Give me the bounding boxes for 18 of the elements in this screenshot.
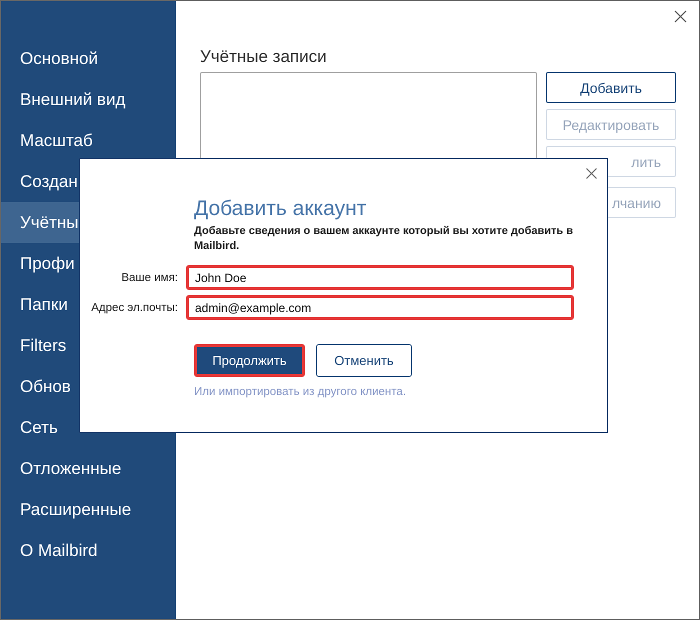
field-label: Ваше имя: (120, 272, 178, 284)
dialog-title: Добавить аккаунт (194, 197, 368, 221)
sidebar-item[interactable]: Внешний вид (1, 79, 176, 120)
input-field[interactable]: admin@example.com (186, 295, 574, 320)
input-field[interactable]: John Doe (186, 265, 574, 290)
sidebar-item[interactable]: Основной (1, 38, 176, 79)
section-title: Учётные записи (200, 47, 328, 67)
cancel-button[interactable]: Отменить (316, 344, 412, 377)
dialog-description: Добавьте сведения о вашем аккаунте который вы хотите добавить в Mailbird. (194, 224, 574, 254)
sidebar-item[interactable]: Расширенные (1, 489, 176, 530)
sidebar-item[interactable]: Отложенные (1, 448, 176, 489)
sidebar-item[interactable]: Масштаб (1, 120, 176, 161)
close-icon[interactable] (674, 10, 687, 23)
field-label: Адрес эл.почты: (90, 302, 178, 314)
account-button[interactable]: Добавить (546, 72, 676, 103)
close-icon[interactable] (586, 168, 597, 179)
sidebar-item[interactable]: О Mailbird (1, 530, 176, 571)
continue-button[interactable]: Продолжить (194, 344, 305, 377)
